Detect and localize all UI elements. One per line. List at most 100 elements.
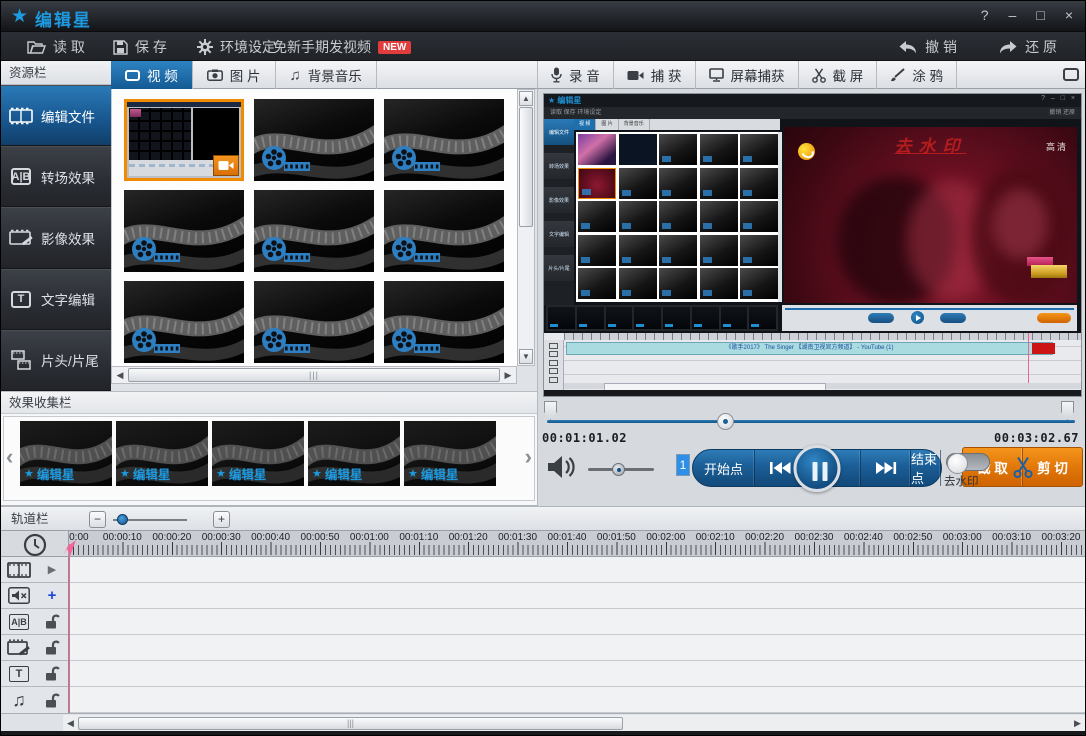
- close-button[interactable]: ×: [1065, 6, 1073, 24]
- camcorder-icon: [627, 70, 644, 81]
- mute-speaker-icon: [1, 587, 37, 604]
- tab-capture[interactable]: 捕 获: [614, 61, 696, 89]
- help-button[interactable]: ?: [981, 6, 989, 24]
- undo-button[interactable]: 撤 销: [898, 37, 957, 57]
- star-icon: ★: [312, 467, 322, 480]
- pause-button[interactable]: [794, 445, 841, 492]
- video-thumbnail[interactable]: [384, 190, 504, 272]
- remove-watermark-toggle[interactable]: [946, 453, 990, 471]
- unlock-icon[interactable]: [37, 666, 67, 681]
- horizontal-scroll-thumb[interactable]: |||: [128, 368, 500, 382]
- timeline-scroll-right-button[interactable]: ▶: [1070, 718, 1085, 729]
- volume-knob[interactable]: [612, 463, 625, 476]
- video-thumbnail[interactable]: [384, 281, 504, 363]
- effect-thumbnail[interactable]: ★ 编辑星: [212, 421, 304, 486]
- tab-screen-capture-label: 屏幕捕获: [731, 65, 785, 85]
- add-track-icon[interactable]: +: [37, 590, 67, 602]
- promo-button[interactable]: 免新手期发视频 NEW: [273, 37, 411, 57]
- tab-record-audio[interactable]: 录 音: [538, 61, 614, 89]
- redo-button[interactable]: 还 原: [998, 37, 1057, 57]
- save-button[interactable]: 保 存: [113, 37, 167, 57]
- timeline-tracks: ▶ + A|B: [1, 557, 1085, 713]
- next-button[interactable]: [861, 450, 911, 486]
- film-reel-icon: [390, 236, 442, 266]
- video-thumbnail[interactable]: [254, 190, 374, 272]
- text-t-icon: T: [8, 288, 34, 310]
- timeline-scroll-left-button[interactable]: ◀: [63, 718, 78, 729]
- tab-picture[interactable]: 图 片: [193, 61, 276, 89]
- video-thumbnail[interactable]: [124, 281, 244, 363]
- sidebar-item-transitions[interactable]: A|B 转场效果: [1, 146, 111, 207]
- trim-start-marker[interactable]: [544, 401, 557, 420]
- sidebar-item-edit-files[interactable]: 编辑文件: [1, 85, 111, 146]
- timeline-scroll-thumb[interactable]: |||: [78, 717, 623, 730]
- grid-vertical-scrollbar[interactable]: ▲ ▼: [517, 89, 535, 366]
- preview-inner-titlebar: ★ 编辑星 ? – □ ×: [544, 94, 1081, 107]
- unlock-icon[interactable]: [37, 640, 67, 655]
- minimize-button[interactable]: –: [1009, 6, 1017, 24]
- zoom-in-button[interactable]: +: [213, 511, 230, 528]
- effect-thumbnail[interactable]: ★ 编辑星: [308, 421, 400, 486]
- counter-field[interactable]: 1: [676, 454, 690, 476]
- track-play-icon[interactable]: ▶: [37, 563, 67, 576]
- load-label: 读 取: [53, 37, 85, 57]
- preview-grid-cell: [578, 268, 616, 299]
- main-toolbar: 读 取 保 存 环境设定 免新手期发视频 NEW 撤 销 还 原: [1, 32, 1085, 61]
- end-point-button[interactable]: 结束点: [911, 450, 941, 486]
- speaker-icon[interactable]: [546, 454, 576, 480]
- media-thumbnail-grid: [111, 89, 517, 366]
- timeline-ruler[interactable]: 0:0000:00:1000:00:2000:00:3000:00:4000:0…: [1, 531, 1085, 557]
- timeline-zoom-knob[interactable]: [117, 514, 128, 525]
- grid-horizontal-scrollbar[interactable]: ◀ ||| ▶: [111, 366, 517, 384]
- maximize-button[interactable]: □: [1036, 6, 1044, 24]
- settings-button[interactable]: 环境设定: [197, 37, 276, 57]
- preview-grid-cell: [740, 134, 778, 165]
- effects-scroll-left-button[interactable]: ‹: [6, 444, 13, 470]
- video-thumbnail[interactable]: [254, 281, 374, 363]
- folder-open-icon: [27, 40, 46, 55]
- tab-screenshot[interactable]: 截 屏: [799, 61, 878, 89]
- video-thumbnail[interactable]: [384, 99, 504, 181]
- load-button[interactable]: 读 取: [27, 37, 85, 57]
- scroll-down-button[interactable]: ▼: [519, 349, 533, 364]
- tab-doodle[interactable]: 涂 鸦: [877, 61, 957, 89]
- trim-end-marker[interactable]: [1061, 401, 1074, 420]
- effects-scroll-right-button[interactable]: ›: [525, 444, 532, 470]
- video-thumbnail[interactable]: [124, 190, 244, 272]
- timeline-horizontal-scrollbar[interactable]: ◀ ||| ▶: [1, 713, 1085, 731]
- effect-thumbnail[interactable]: ★ 编辑星: [116, 421, 208, 486]
- unlock-icon[interactable]: [37, 693, 67, 708]
- video-thumbnail[interactable]: [254, 99, 374, 181]
- sidebar-item-video-effects[interactable]: 影像效果: [1, 207, 111, 268]
- effect-thumbnail[interactable]: ★ 编辑星: [404, 421, 496, 486]
- skip-back-icon: [768, 461, 792, 475]
- detach-preview-icon[interactable]: [1063, 68, 1079, 81]
- music-track-icon: ♫: [1, 690, 37, 711]
- seek-bar[interactable]: [547, 420, 1075, 423]
- seek-knob[interactable]: [717, 413, 734, 430]
- tab-video[interactable]: 视 频: [111, 61, 193, 89]
- scroll-left-button[interactable]: ◀: [112, 367, 128, 383]
- save-disk-icon: [113, 40, 128, 55]
- tab-music[interactable]: ♫ 背景音乐: [276, 61, 377, 89]
- scroll-right-button[interactable]: ▶: [500, 367, 516, 383]
- vertical-scroll-thumb[interactable]: [519, 107, 533, 227]
- sidebar-item-text-edit[interactable]: T 文字编辑: [1, 269, 111, 330]
- track-lanes[interactable]: [69, 557, 1085, 713]
- preview-grid-cell: [619, 201, 657, 232]
- scroll-up-button[interactable]: ▲: [519, 91, 533, 106]
- tab-screen-capture[interactable]: 屏幕捕获: [696, 61, 799, 89]
- film-reel-icon: [260, 145, 312, 175]
- current-time: 00:01:01.02: [542, 431, 627, 445]
- sidebar-item-label: 片头/片尾: [41, 350, 99, 370]
- sidebar-item-intro-outro[interactable]: 片头/片尾: [1, 330, 111, 391]
- start-point-button[interactable]: 开始点: [693, 450, 755, 486]
- playhead-line[interactable]: [69, 544, 70, 713]
- unlock-icon[interactable]: [37, 614, 67, 629]
- video-thumbnail-selected[interactable]: [124, 99, 244, 181]
- zoom-out-button[interactable]: −: [89, 511, 106, 528]
- preview-grid-cell: [578, 201, 616, 232]
- video-preview[interactable]: ★ 编辑星 ? – □ × 读取 保存 环境设定撤销 还原 编辑文件转场效果影像…: [543, 93, 1082, 397]
- volume-slider[interactable]: [588, 468, 654, 471]
- effect-thumbnail[interactable]: ★ 编辑星: [20, 421, 112, 486]
